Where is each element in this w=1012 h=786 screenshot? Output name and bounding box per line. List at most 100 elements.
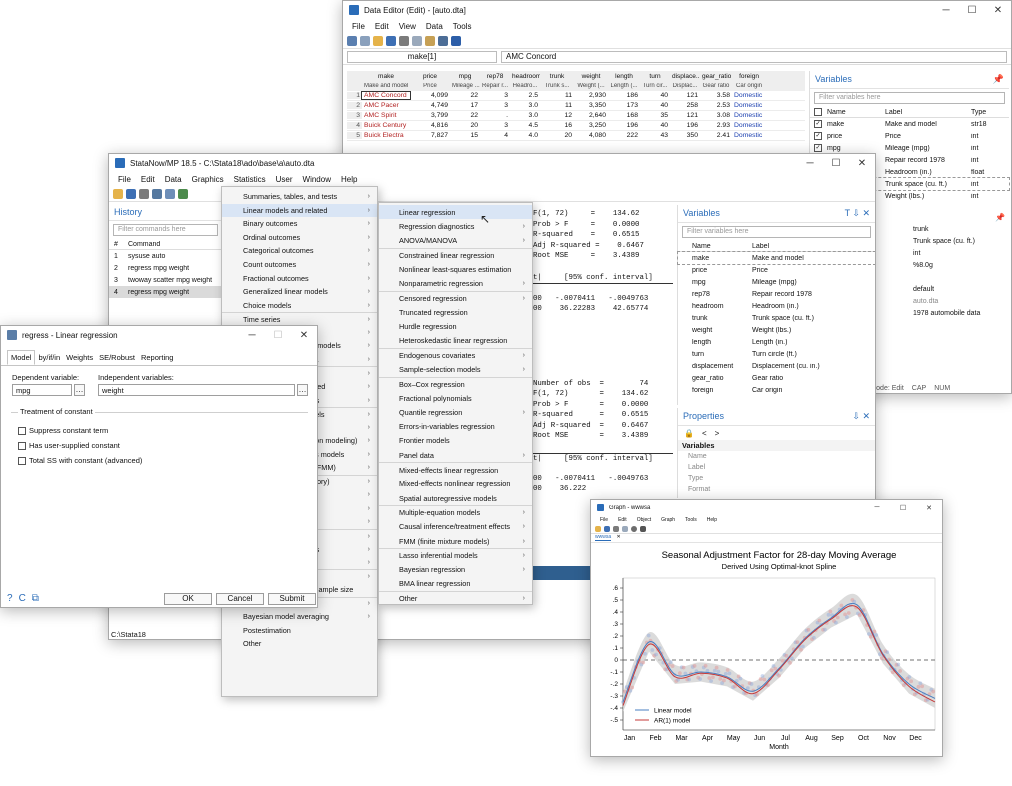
table-cell[interactable]: 17 xyxy=(450,102,480,109)
minimize-icon[interactable]: ─ xyxy=(797,158,823,169)
table-cell[interactable]: Buick Century xyxy=(362,122,410,129)
tab-reporting[interactable]: Reporting xyxy=(138,351,177,364)
table-cell[interactable]: 4,099 xyxy=(410,92,450,99)
table-cell[interactable]: 2.41 xyxy=(700,132,732,139)
constant-checkbox[interactable]: Total SS with constant (advanced) xyxy=(18,453,142,468)
table-cell[interactable]: 4,080 xyxy=(574,132,608,139)
close-icon[interactable]: ✕ xyxy=(849,158,875,169)
menu-item[interactable]: Hurdle regression xyxy=(379,319,532,333)
menu-item[interactable]: ANOVA/MANOVA › xyxy=(379,234,532,248)
menu-item[interactable]: Categorical outcomes › xyxy=(222,244,377,258)
menu-view[interactable]: View xyxy=(394,22,421,31)
play-icon[interactable] xyxy=(640,525,646,532)
menu-item[interactable]: Spatial autoregressive models xyxy=(379,491,532,505)
variables-column-header[interactable]: Name xyxy=(690,243,750,250)
print-icon[interactable] xyxy=(613,525,619,532)
close-icon[interactable]: ✕ xyxy=(916,504,942,512)
dependent-browse-button[interactable]: … xyxy=(74,384,85,396)
column-header[interactable]: headroom xyxy=(510,73,540,80)
cell-value[interactable]: AMC Concord xyxy=(501,50,1007,63)
reset-icon[interactable]: C xyxy=(19,593,26,604)
table-cell[interactable]: 196 xyxy=(608,122,640,129)
table-cell[interactable]: 258 xyxy=(670,102,700,109)
pin-icon[interactable]: T ⇩ ✕ xyxy=(845,208,870,219)
table-row[interactable]: 2 AMC Pacer 4,749 17 3 3.0 11 3,350 173 40 258 2.53… xyxy=(347,101,805,111)
menu-tools[interactable]: Tools xyxy=(448,22,477,31)
menu-item[interactable]: Mixed-effects nonlinear regression xyxy=(379,477,532,491)
column-header[interactable]: price xyxy=(410,73,450,80)
menu-item[interactable]: Count outcomes › xyxy=(222,258,377,272)
list-item[interactable]: weight Weight (lbs.) xyxy=(678,324,875,336)
column-header[interactable]: displace... xyxy=(670,73,700,80)
print-icon[interactable] xyxy=(399,35,409,46)
menu-statistics[interactable]: Statistics xyxy=(229,175,271,184)
save-icon[interactable] xyxy=(126,188,136,199)
menu-window[interactable]: Window xyxy=(298,175,336,184)
table-cell[interactable]: 3.0 xyxy=(510,112,540,119)
menu-item[interactable]: Errors-in-variables regression xyxy=(379,420,532,434)
menu-item[interactable]: Nonparametric regression › xyxy=(379,277,532,291)
table-cell[interactable]: 40 xyxy=(640,102,670,109)
menu-item[interactable]: BMA linear regression xyxy=(379,577,532,591)
open-icon[interactable] xyxy=(595,525,601,532)
save-icon[interactable] xyxy=(386,35,396,46)
table-row[interactable]: 4 Buick Century 4,816 20 3 4.5 16 3,250 196 40 196… xyxy=(347,121,805,131)
table-cell[interactable]: 350 xyxy=(670,132,700,139)
list-item[interactable]: foreign Car origin xyxy=(678,384,875,396)
table-cell[interactable]: Buick Electra xyxy=(362,132,410,139)
table-cell[interactable]: 12 xyxy=(540,112,574,119)
table-cell[interactable]: 40 xyxy=(640,92,670,99)
table-cell[interactable]: 7,827 xyxy=(410,132,450,139)
table-cell[interactable]: 4.5 xyxy=(510,122,540,129)
table-cell[interactable]: 3 xyxy=(480,122,510,129)
menu-item[interactable]: Summaries, tables, and tests › xyxy=(222,190,377,204)
menu-help[interactable]: Help xyxy=(336,175,362,184)
list-item[interactable]: length Length (in.) xyxy=(678,336,875,348)
table-cell[interactable]: 2.53 xyxy=(700,102,732,109)
close-icon[interactable]: ✕ xyxy=(985,5,1011,16)
table-cell[interactable]: 3,350 xyxy=(574,102,608,109)
list-item[interactable]: mpg Mileage (mpg) xyxy=(678,276,875,288)
list-item[interactable]: displacement Displacement (cu. in.) xyxy=(678,360,875,372)
table-cell[interactable]: 222 xyxy=(608,132,640,139)
menu-item[interactable]: Panel data › xyxy=(379,448,532,462)
table-cell[interactable]: AMC Spirit xyxy=(362,112,410,119)
table-cell[interactable]: 11 xyxy=(540,102,574,109)
forward-icon[interactable]: > xyxy=(715,429,720,438)
menu-object[interactable]: Object xyxy=(632,517,656,523)
menu-item[interactable]: Lasso inferential models › xyxy=(379,548,532,562)
menu-user[interactable]: User xyxy=(271,175,298,184)
table-cell[interactable]: 4 xyxy=(347,122,362,129)
menu-item[interactable]: Time series › xyxy=(222,311,377,326)
menu-item[interactable]: Sample-selection models › xyxy=(379,362,532,376)
tab-byifin[interactable]: by/if/in xyxy=(35,351,63,364)
table-cell[interactable]: 20 xyxy=(450,122,480,129)
tab-serobust[interactable]: SE/Robust xyxy=(96,351,138,364)
menu-item[interactable]: Ordinal outcomes › xyxy=(222,231,377,245)
menu-file[interactable]: File xyxy=(347,22,370,31)
menu-edit[interactable]: Edit xyxy=(370,22,394,31)
column-header[interactable]: foreign xyxy=(732,73,766,80)
menu-item[interactable]: Censored regression › xyxy=(379,290,532,305)
constant-checkbox[interactable]: Has user-supplied constant xyxy=(18,438,142,453)
menu-item[interactable]: Constrained linear regression xyxy=(379,247,532,262)
column-header[interactable]: trunk xyxy=(540,73,574,80)
grid-icon[interactable] xyxy=(347,35,357,46)
menu-item[interactable]: Causal inference/treatment effects › xyxy=(379,520,532,534)
constant-checkbox[interactable]: Suppress constant term xyxy=(18,423,142,438)
pin-icon[interactable]: 📌 xyxy=(995,213,1005,222)
menu-edit[interactable]: Edit xyxy=(613,517,632,523)
column-header[interactable]: length xyxy=(608,73,640,80)
menu-item[interactable]: Choice models › xyxy=(222,298,377,312)
menu-item[interactable]: Linear regression xyxy=(379,205,532,220)
table-cell[interactable]: 121 xyxy=(670,92,700,99)
checkbox-icon[interactable]: ✓ xyxy=(814,120,822,128)
table-cell[interactable]: 3 xyxy=(480,92,510,99)
list-item[interactable]: ✓ price Price int xyxy=(810,130,1009,142)
table-cell[interactable]: AMC Pacer xyxy=(362,102,410,109)
copy-icon[interactable] xyxy=(412,35,422,46)
variables-column-header[interactable]: Label xyxy=(750,243,850,250)
table-cell[interactable]: 3,250 xyxy=(574,122,608,129)
menu-item[interactable]: Bayesian model averaging › xyxy=(222,610,377,624)
minimize-icon[interactable]: ─ xyxy=(239,330,265,341)
